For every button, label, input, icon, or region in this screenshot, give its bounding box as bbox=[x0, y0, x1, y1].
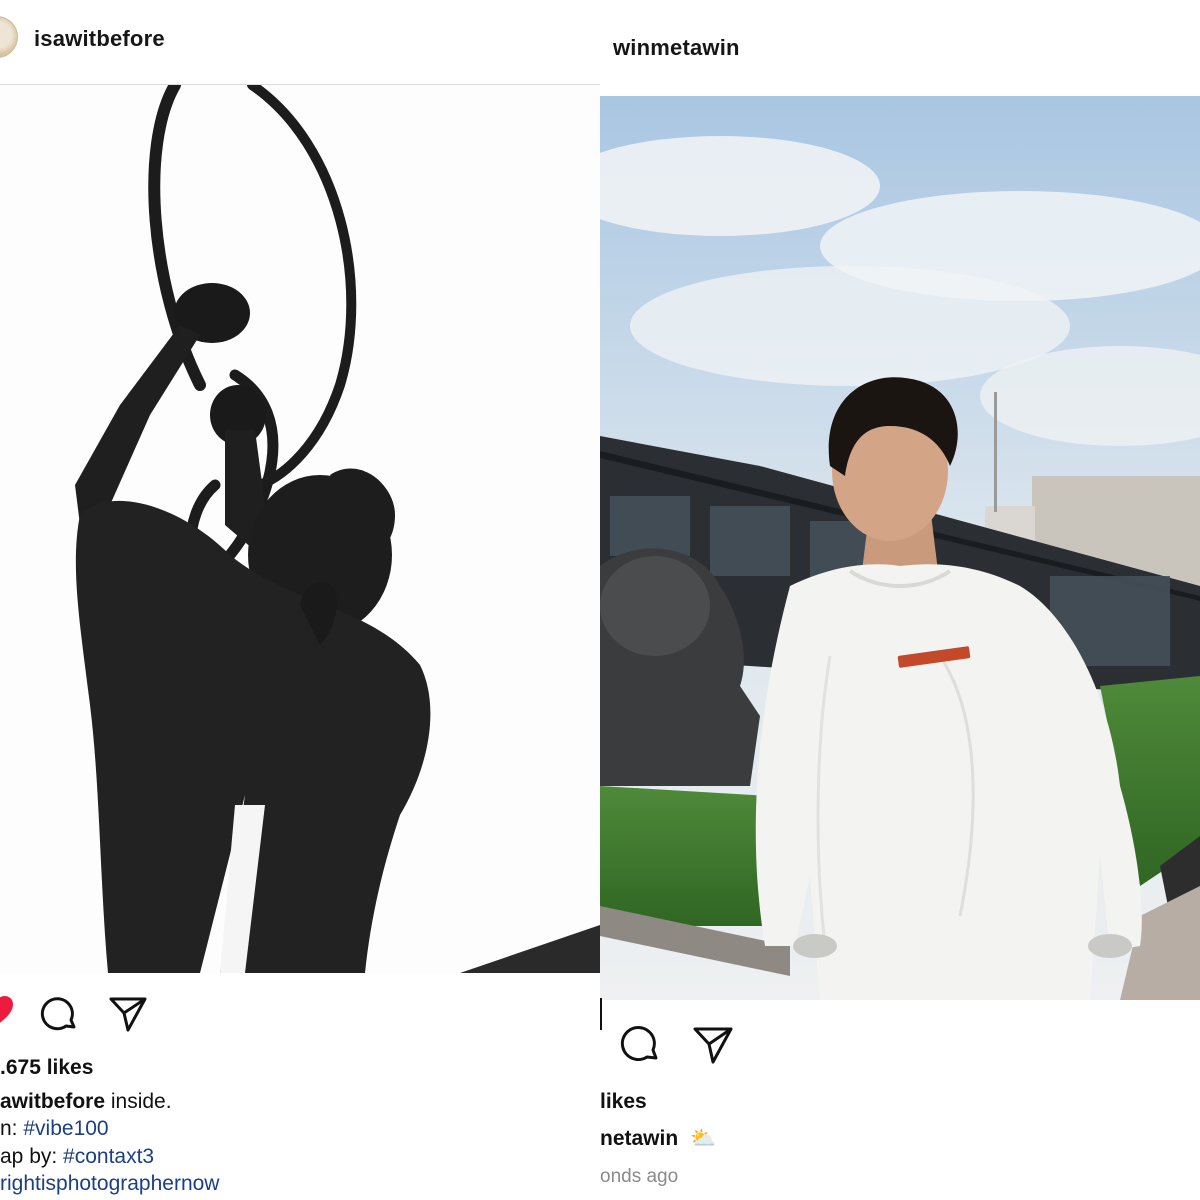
post-photo[interactable] bbox=[600, 96, 1200, 1000]
man-in-white-sweatshirt-garden-image bbox=[600, 96, 1200, 1000]
comment-icon[interactable] bbox=[620, 1025, 660, 1065]
hashtag-link[interactable]: #contaxt3 bbox=[63, 1145, 154, 1168]
post-username[interactable]: winmetawin bbox=[613, 35, 740, 61]
caption-line-2: n: #vibe100 bbox=[0, 1117, 109, 1141]
right-post: winmetawin likes netawin ⛅ onds ago bbox=[600, 0, 1200, 1200]
likes-count[interactable]: .675 likes bbox=[0, 1056, 93, 1080]
post-username[interactable]: isawitbefore bbox=[34, 26, 165, 52]
caption: awitbefore inside. bbox=[0, 1090, 172, 1114]
caption-prefix: ap by: bbox=[0, 1145, 64, 1168]
silhouette-statue-with-rope-image bbox=[0, 85, 600, 973]
caption-line-3: ap by: #contaxt3 bbox=[0, 1145, 154, 1169]
post-photo[interactable] bbox=[0, 85, 600, 973]
left-post: isawitbefore .675 likes awitbefore insid… bbox=[0, 0, 600, 1200]
hashtag-link[interactable]: #vibe100 bbox=[23, 1117, 108, 1140]
share-icon[interactable] bbox=[692, 1026, 734, 1066]
caption-text: inside. bbox=[105, 1090, 172, 1113]
like-button-edge[interactable] bbox=[600, 998, 602, 1030]
hashtag-link[interactable]: rightisphotographernow bbox=[0, 1172, 219, 1195]
caption-username[interactable]: netawin bbox=[600, 1127, 678, 1150]
sun-behind-cloud-emoji: ⛅ bbox=[690, 1127, 717, 1150]
avatar[interactable] bbox=[0, 16, 18, 58]
post-timestamp: onds ago bbox=[600, 1166, 679, 1187]
caption-username[interactable]: awitbefore bbox=[0, 1090, 105, 1113]
share-icon[interactable] bbox=[108, 996, 148, 1034]
caption-prefix: n: bbox=[0, 1117, 24, 1140]
caption: netawin ⛅ bbox=[600, 1127, 716, 1151]
caption-line-4: rightisphotographernow bbox=[0, 1172, 219, 1196]
comment-icon[interactable] bbox=[40, 996, 78, 1034]
likes-count[interactable]: likes bbox=[600, 1090, 647, 1114]
heart-icon[interactable] bbox=[0, 995, 14, 1027]
